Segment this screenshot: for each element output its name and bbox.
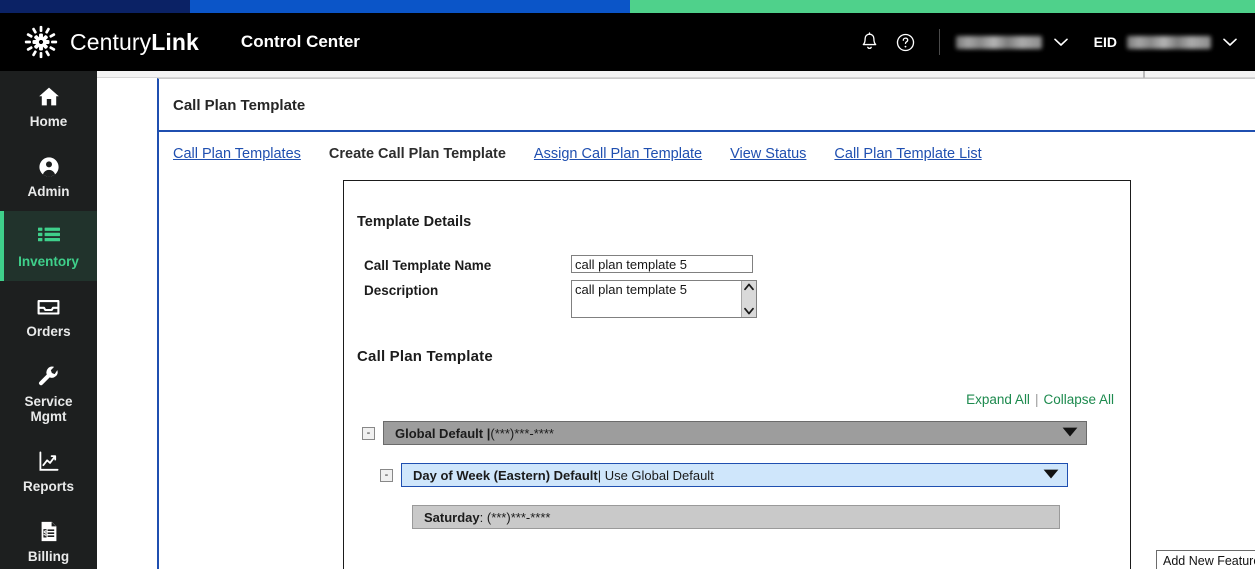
sidebar-item-reports[interactable]: Reports bbox=[0, 436, 97, 506]
caret-down-icon[interactable] bbox=[1062, 426, 1078, 441]
tree-row-day-of-week-default: - Day of Week (Eastern) Default | Use Gl… bbox=[380, 463, 1068, 487]
template-details-heading: Template Details bbox=[357, 214, 472, 230]
scroll-up-icon[interactable] bbox=[744, 283, 754, 291]
invoice-icon: $ bbox=[39, 519, 59, 544]
account-name-redacted bbox=[955, 35, 1042, 49]
page-title: Call Plan Template bbox=[173, 97, 306, 114]
scroll-down-icon[interactable] bbox=[744, 307, 754, 315]
sidebar-item-label: Inventory bbox=[18, 254, 79, 269]
eid-value-redacted bbox=[1127, 35, 1211, 49]
sidebar-item-label: Home bbox=[29, 114, 68, 129]
sidebar-item-label: Reports bbox=[22, 479, 74, 494]
sidebar-item-label-2: Mgmt bbox=[30, 409, 67, 424]
tree-node-global-default[interactable]: Global Default | (***)***-**** bbox=[383, 421, 1087, 445]
list-icon bbox=[37, 224, 60, 249]
brand-name-bold: Link bbox=[151, 28, 199, 55]
chevron-down-icon bbox=[1053, 38, 1068, 47]
sidebar-item-label: Orders bbox=[26, 324, 71, 339]
description-label: Description bbox=[364, 283, 439, 298]
sidebar-item-label: Service bbox=[24, 394, 73, 409]
header-actions: EID bbox=[849, 27, 1255, 57]
left-sidebar: Home Admin Inventory Orders Service Mgmt… bbox=[0, 71, 97, 569]
page-panel: Call Plan Template Call Plan Templates C… bbox=[157, 78, 1255, 569]
tree-node-value: (***)***-**** bbox=[490, 425, 554, 441]
accent-segment-navy bbox=[0, 0, 190, 13]
collapse-all-link[interactable]: Collapse All bbox=[1043, 392, 1114, 407]
main-content: Call Plan Template Call Plan Templates C… bbox=[97, 71, 1255, 569]
content-scrollbar-track[interactable] bbox=[97, 71, 1255, 78]
tab-create-call-plan-template[interactable]: Create Call Plan Template bbox=[329, 146, 506, 162]
tab-view-status[interactable]: View Status bbox=[730, 146, 806, 162]
tree-node-day-of-week-default[interactable]: Day of Week (Eastern) Default | Use Glob… bbox=[401, 463, 1068, 487]
field-row-description: Description call plan template 5 bbox=[364, 280, 757, 318]
sidebar-item-admin[interactable]: Admin bbox=[0, 141, 97, 211]
template-details-card: Template Details Call Template Name Desc… bbox=[343, 180, 1131, 569]
accent-segment-green bbox=[630, 0, 1255, 13]
chart-icon bbox=[38, 449, 60, 474]
sidebar-item-home[interactable]: Home bbox=[0, 71, 97, 141]
sidebar-item-inventory[interactable]: Inventory bbox=[0, 211, 97, 281]
expand-collapse-links: Expand All | Collapse All bbox=[966, 392, 1114, 407]
field-row-call-template-name: Call Template Name bbox=[364, 255, 753, 273]
notifications-bell-icon[interactable] bbox=[855, 27, 885, 57]
app-header: CenturyLink Control Center EID bbox=[0, 13, 1255, 71]
tree-toggle-collapse-icon[interactable]: - bbox=[362, 426, 375, 440]
content-scrollbar-thumb[interactable] bbox=[1143, 71, 1145, 78]
tree-node-value: | Use Global Default bbox=[597, 467, 714, 483]
tab-assign-call-plan-template[interactable]: Assign Call Plan Template bbox=[534, 146, 702, 162]
page-tabs: Call Plan Templates Create Call Plan Tem… bbox=[159, 130, 1255, 175]
sidebar-item-orders[interactable]: Orders bbox=[0, 281, 97, 351]
help-circle-icon[interactable] bbox=[891, 27, 921, 57]
app-window: CenturyLink Control Center EID Home Admi… bbox=[0, 0, 1255, 569]
description-textarea-wrap: call plan template 5 bbox=[571, 280, 757, 318]
links-separator: | bbox=[1034, 392, 1039, 407]
expand-all-link[interactable]: Expand All bbox=[966, 392, 1030, 407]
brand-name-light: Century bbox=[70, 28, 152, 55]
centurylink-sunburst-icon bbox=[24, 25, 58, 59]
sidebar-item-label: Admin bbox=[27, 184, 70, 199]
sidebar-item-service-mgmt[interactable]: Service Mgmt bbox=[0, 351, 97, 436]
wrench-icon bbox=[38, 364, 59, 389]
header-divider bbox=[938, 29, 940, 55]
home-icon bbox=[38, 84, 60, 109]
call-template-name-input[interactable] bbox=[571, 255, 753, 273]
tree-row-saturday: Saturday : (***)***-**** bbox=[412, 505, 1060, 529]
tree-row-global-default: - Global Default | (***)***-**** bbox=[362, 421, 1087, 445]
tab-call-plan-template-list[interactable]: Call Plan Template List bbox=[834, 146, 981, 162]
caret-down-icon[interactable] bbox=[1043, 468, 1059, 483]
description-textarea[interactable]: call plan template 5 bbox=[571, 280, 757, 318]
sidebar-item-label: Billing bbox=[27, 549, 70, 564]
inbox-icon bbox=[37, 294, 60, 319]
chevron-down-icon bbox=[1223, 38, 1237, 47]
top-accent-strip bbox=[0, 0, 1255, 13]
brand-name: CenturyLink bbox=[70, 29, 199, 56]
accent-segment-blue bbox=[190, 0, 630, 13]
tree-node-saturday[interactable]: Saturday : (***)***-**** bbox=[412, 505, 1060, 529]
tab-call-plan-templates[interactable]: Call Plan Templates bbox=[173, 146, 301, 162]
tree-node-caption: Global Default | bbox=[395, 425, 491, 441]
sidebar-item-billing[interactable]: $ Billing bbox=[0, 506, 97, 569]
account-menu[interactable] bbox=[955, 35, 1068, 49]
tree-node-caption: Day of Week (Eastern) Default bbox=[413, 467, 598, 483]
eid-label: EID bbox=[1093, 34, 1117, 50]
call-plan-template-heading: Call Plan Template bbox=[357, 348, 493, 365]
app-title: Control Center bbox=[240, 32, 360, 51]
user-icon bbox=[38, 154, 60, 179]
brand-logo[interactable]: CenturyLink bbox=[0, 25, 199, 59]
tree-node-value: : (***)***-**** bbox=[479, 509, 551, 525]
description-scrollbar[interactable] bbox=[741, 281, 756, 317]
eid-menu[interactable]: EID bbox=[1068, 34, 1237, 50]
tree-node-caption: Saturday bbox=[424, 509, 480, 525]
feature-context-menu: Add New Feature Delete Feature Add New R… bbox=[1156, 550, 1255, 569]
tree-toggle-collapse-icon[interactable]: - bbox=[380, 468, 393, 482]
call-template-name-label: Call Template Name bbox=[364, 258, 492, 273]
context-menu-item-add-new-feature[interactable]: Add New Feature bbox=[1157, 553, 1255, 569]
